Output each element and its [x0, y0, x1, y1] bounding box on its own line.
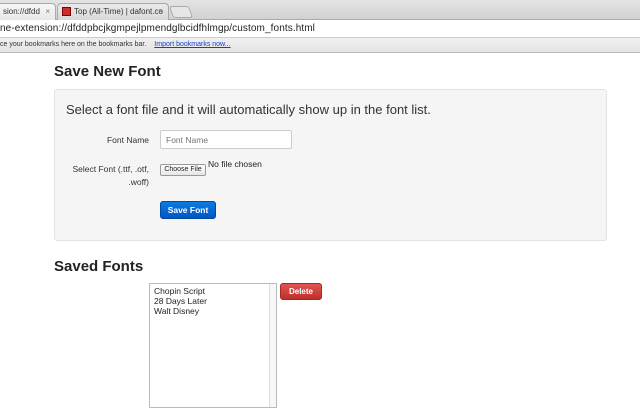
- saved-fonts-heading: Saved Fonts: [54, 258, 144, 275]
- close-icon[interactable]: ×: [45, 7, 50, 16]
- tab-extension[interactable]: sion://dfdd ×: [0, 3, 56, 20]
- choose-file-button[interactable]: Choose File: [160, 164, 206, 176]
- bookmarks-hint: ce your bookmarks here on the bookmarks …: [0, 41, 147, 48]
- import-bookmarks-link[interactable]: Import bookmarks now...: [154, 41, 230, 48]
- list-item[interactable]: 28 Days Later: [154, 296, 272, 306]
- list-item[interactable]: Chopin Script: [154, 286, 272, 296]
- file-status: No file chosen: [208, 159, 262, 169]
- font-name-label: Font Name: [106, 135, 149, 145]
- tab-label: sion://dfdd: [3, 7, 40, 16]
- font-name-input[interactable]: [160, 130, 292, 149]
- list-item[interactable]: Walt Disney: [154, 306, 272, 316]
- delete-button[interactable]: Delete: [280, 283, 322, 300]
- tab-dafont[interactable]: Top (All-Time) | dafont.co ×: [57, 3, 169, 20]
- save-font-button[interactable]: Save Font: [160, 201, 216, 219]
- tab-label: Top (All-Time) | dafont.co: [74, 7, 163, 16]
- save-new-font-heading: Save New Font: [54, 63, 161, 80]
- select-font-label: Select Font (.ttf, .otf, .woff): [72, 164, 149, 187]
- panel-description: Select a font file and it will automatic…: [66, 102, 431, 117]
- tab-bar: sion://dfdd × Top (All-Time) | dafont.co ×: [0, 0, 640, 20]
- saved-fonts-listbox[interactable]: Chopin Script 28 Days Later Walt Disney: [149, 283, 277, 408]
- address-bar[interactable]: ne-extension://dfddpbcjkgmpejlpmendglbci…: [0, 20, 640, 38]
- favicon-icon: [62, 7, 71, 16]
- save-font-panel: Select a font file and it will automatic…: [54, 89, 607, 241]
- bookmarks-bar: ce your bookmarks here on the bookmarks …: [0, 38, 640, 53]
- new-tab-button[interactable]: [168, 6, 194, 18]
- close-icon[interactable]: ×: [158, 7, 163, 16]
- scrollbar[interactable]: [269, 284, 276, 407]
